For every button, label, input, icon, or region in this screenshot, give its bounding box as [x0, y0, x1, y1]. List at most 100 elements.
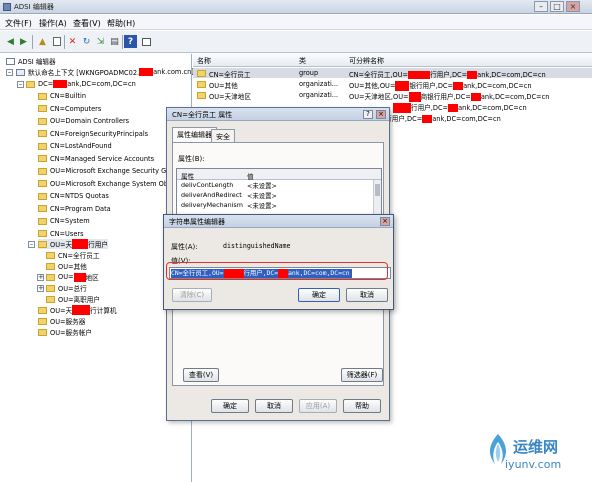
tree-item[interactable]: CN=Computers: [38, 104, 101, 114]
tree-item[interactable]: CN=Builtin: [38, 91, 86, 101]
tree-item[interactable]: CN=Managed Service Accounts: [38, 154, 154, 164]
close-button[interactable]: ×: [376, 110, 386, 119]
tree-naming-context[interactable]: 默认命名上下文 [WKNGPOADMC02. ank.com.cn]: [16, 67, 194, 77]
tree-item[interactable]: OU=Microsoft Exchange System Objec: [38, 179, 178, 189]
attribute-label: 属性(A):: [171, 243, 198, 251]
view-button[interactable]: 查看(V): [183, 368, 219, 382]
clear-button[interactable]: 清除(C): [172, 288, 212, 302]
tree-item[interactable]: OU=Microsoft Exchange Security Gro: [38, 166, 173, 176]
cancel-button[interactable]: 取消: [346, 288, 388, 302]
expand-icon[interactable]: +: [37, 285, 44, 292]
tree-item-label: CN=LostAndFound: [50, 142, 112, 150]
title-bar: ADSI 编辑器 – □ ×: [0, 0, 592, 14]
tree-child-headoffice[interactable]: OU=总行: [46, 283, 87, 293]
forward-icon[interactable]: ▶: [17, 35, 30, 48]
context-icon: [16, 68, 25, 76]
tree-item[interactable]: CN=NTDS Quotas: [38, 191, 109, 201]
attribute-row[interactable]: deliverAndRedirect <未设置>: [177, 191, 372, 200]
col-attribute[interactable]: 属性: [181, 171, 194, 181]
list-cell-class: organizati...: [299, 91, 339, 99]
list-name-text: OU=其他: [209, 82, 238, 90]
watermark: 运维网 iyunv.com: [483, 430, 588, 478]
folder-icon: [38, 217, 47, 225]
folder-icon: [38, 142, 47, 150]
ok-button[interactable]: 确定: [211, 399, 249, 413]
folder-icon: [197, 70, 206, 77]
string-editor-title: 字符串属性编辑器: [169, 218, 225, 226]
list-name-text: CN=全行员工: [209, 71, 251, 79]
menu-file[interactable]: 文件(F): [5, 18, 32, 29]
watermark-url: iyunv.com: [505, 458, 562, 471]
tree-root[interactable]: ADSI 编辑器: [6, 56, 56, 66]
delete-icon[interactable]: ✕: [66, 35, 79, 48]
expand-icon[interactable]: +: [37, 274, 44, 281]
folder-icon: [38, 117, 47, 125]
dn-part: 行用户,DC=: [430, 71, 468, 79]
filter-button[interactable]: 筛选器(F): [341, 368, 383, 382]
tree-item[interactable]: CN=LostAndFound: [38, 141, 112, 151]
menu-action[interactable]: 操作(A): [39, 18, 67, 29]
menu-view[interactable]: 查看(V): [73, 18, 101, 29]
dn-part: ank,DC=com,DC=cn: [463, 82, 532, 90]
collapse-icon[interactable]: –: [6, 69, 13, 76]
folder-icon: [46, 262, 55, 270]
collapse-icon[interactable]: –: [17, 81, 24, 88]
scroll-thumb[interactable]: [375, 184, 380, 196]
tree-domain[interactable]: DC= ank,DC=com,DC=cn: [26, 79, 136, 89]
ok-button[interactable]: 确定: [298, 288, 340, 302]
help-text-button[interactable]: 帮助: [343, 399, 381, 413]
properties-icon[interactable]: [50, 35, 63, 48]
tree-child-allstaff[interactable]: CN=全行员工: [46, 250, 99, 260]
tree-item[interactable]: CN=ForeignSecurityPrincipals: [38, 129, 148, 139]
attribute-name: delivContLength: [181, 181, 234, 189]
up-icon[interactable]: ▲: [36, 35, 49, 48]
maximize-button[interactable]: □: [550, 1, 564, 12]
toolbar: ◀ ▶ ▲ ✕ ↻ ⇲ ▤ ?: [0, 31, 592, 53]
tree-item[interactable]: OU=Domain Controllers: [38, 116, 129, 126]
toolbar-separator: [32, 35, 33, 49]
tree-item-label: CN=Program Data: [50, 204, 111, 213]
redaction: [72, 305, 91, 315]
refresh-icon[interactable]: ↻: [80, 35, 93, 48]
tab-security[interactable]: 安全: [211, 129, 235, 142]
tree-ou-servers[interactable]: OU=服务器: [38, 316, 85, 326]
collapse-icon[interactable]: –: [28, 241, 35, 248]
folder-icon: [46, 273, 55, 281]
attribute-row[interactable]: delivContLength <未设置>: [177, 181, 372, 190]
properties-title-bar: CN=全行员工 属性 ? ×: [167, 108, 389, 121]
column-name[interactable]: 名称: [197, 56, 211, 66]
toolbar-separator: [122, 35, 123, 49]
tree-item[interactable]: CN=Program Data: [38, 204, 111, 214]
tree-item[interactable]: CN=Users: [38, 229, 84, 239]
attribute-row[interactable]: deliveryMechanism <未设置>: [177, 201, 372, 210]
apply-button[interactable]: 应用(A): [299, 399, 337, 413]
cancel-button[interactable]: 取消: [255, 399, 293, 413]
tree-ou-bank-users[interactable]: OU=天 行用户: [38, 239, 108, 249]
col-value[interactable]: 值: [247, 171, 254, 181]
tree-child-label: OU=离职用户: [58, 296, 100, 304]
back-icon[interactable]: ◀: [4, 35, 17, 48]
column-class[interactable]: 类: [299, 56, 306, 66]
tree-ou-service-accounts[interactable]: OU=服务帐户: [38, 327, 92, 337]
value-highlight-outline: [166, 262, 388, 280]
tree-child-other[interactable]: OU=其他: [46, 261, 87, 271]
menu-help[interactable]: 帮助(H): [107, 18, 135, 29]
tree-item[interactable]: CN=System: [38, 216, 90, 226]
tree-child-resigned[interactable]: OU=离职用户: [46, 294, 100, 304]
export-icon[interactable]: ⇲: [94, 35, 107, 48]
tree-ou-bank-computers[interactable]: OU=天 行计算机: [38, 305, 117, 315]
close-button[interactable]: ×: [380, 217, 390, 226]
help-button[interactable]: ?: [363, 110, 373, 119]
tree-ou-bank-label: OU=天: [50, 241, 73, 249]
console-icon[interactable]: [140, 35, 153, 48]
minimize-button[interactable]: –: [534, 1, 548, 12]
filter-icon[interactable]: ▤: [108, 35, 121, 48]
close-button[interactable]: ×: [566, 1, 580, 12]
list-row[interactable]: OU=其他 organizati... OU=其他,OU= 银行用户,DC= ank,D…: [193, 79, 592, 91]
help-icon[interactable]: ?: [124, 35, 137, 48]
tree-child-region[interactable]: OU= 地区: [46, 272, 99, 282]
tree-child-tail: 地区: [85, 274, 99, 282]
list-row[interactable]: OU=天津地区 organizati... OU=天津地区,OU= 商银行用户,DC=…: [193, 90, 592, 102]
list-row[interactable]: CN=全行员工 group CN=全行员工,OU= 行用户,DC= ank,DC=com…: [193, 68, 592, 79]
column-dn[interactable]: 可分辨名称: [349, 56, 384, 66]
